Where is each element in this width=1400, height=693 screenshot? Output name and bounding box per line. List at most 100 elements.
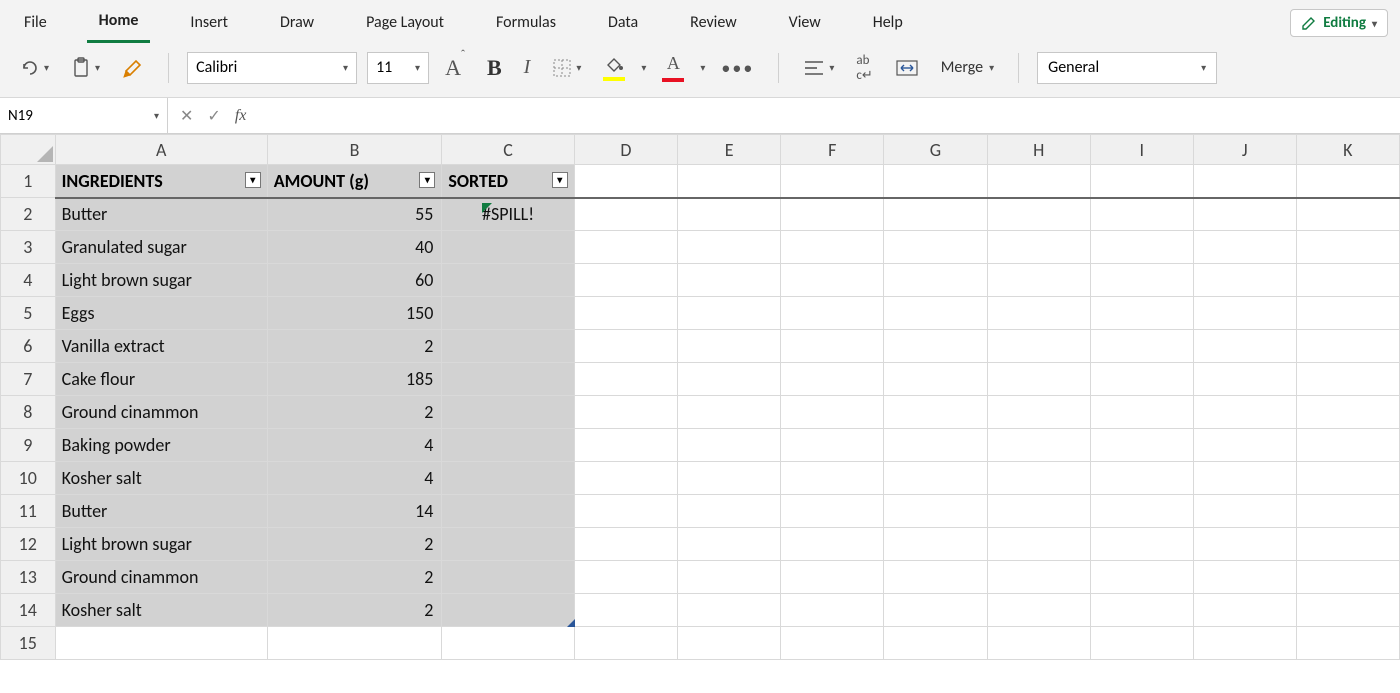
cell[interactable] <box>987 297 1090 330</box>
cell[interactable] <box>1296 495 1399 528</box>
col-header-E[interactable]: E <box>678 135 781 165</box>
cell[interactable] <box>1296 627 1399 660</box>
merge-button[interactable]: Merge ▾ <box>935 54 1000 81</box>
cell[interactable] <box>1090 429 1193 462</box>
cell[interactable] <box>987 561 1090 594</box>
cell-amount[interactable]: 4 <box>267 429 442 462</box>
chevron-down-icon[interactable]: ▾ <box>641 61 646 74</box>
cell[interactable] <box>1193 297 1296 330</box>
cell[interactable] <box>442 297 574 330</box>
merge-icon-button[interactable] <box>889 54 925 82</box>
cell[interactable] <box>574 165 677 198</box>
cell[interactable] <box>442 594 574 627</box>
col-header-C[interactable]: C <box>442 135 574 165</box>
cell[interactable] <box>1296 396 1399 429</box>
col-header-F[interactable]: F <box>781 135 884 165</box>
cell[interactable] <box>574 297 677 330</box>
col-header-D[interactable]: D <box>574 135 677 165</box>
cell[interactable] <box>987 396 1090 429</box>
editing-mode-button[interactable]: Editing ▾ <box>1290 9 1388 37</box>
cell-amount[interactable]: 4 <box>267 462 442 495</box>
col-header-B[interactable]: B <box>267 135 442 165</box>
cell[interactable] <box>987 627 1090 660</box>
cell[interactable] <box>1193 561 1296 594</box>
cell[interactable] <box>267 627 442 660</box>
cell[interactable] <box>884 396 987 429</box>
row-header[interactable]: 11 <box>1 495 56 528</box>
cell-ingredient[interactable]: Granulated sugar <box>55 231 267 264</box>
col-header-G[interactable]: G <box>884 135 987 165</box>
table-header-sorted[interactable]: SORTED▾ <box>442 165 574 198</box>
col-header-A[interactable]: A <box>55 135 267 165</box>
cell[interactable] <box>574 363 677 396</box>
cell-ingredient[interactable]: Butter <box>55 198 267 231</box>
tab-file[interactable]: File <box>12 5 59 42</box>
cell[interactable] <box>574 495 677 528</box>
cell[interactable] <box>442 363 574 396</box>
cell[interactable] <box>987 495 1090 528</box>
filter-dropdown-icon[interactable]: ▾ <box>419 172 435 188</box>
cell-amount[interactable]: 2 <box>267 594 442 627</box>
table-header-ingredients[interactable]: INGREDIENTS▾ <box>55 165 267 198</box>
cell[interactable] <box>1296 528 1399 561</box>
row-header[interactable]: 12 <box>1 528 56 561</box>
row-header[interactable]: 8 <box>1 396 56 429</box>
cell[interactable] <box>781 495 884 528</box>
row-header[interactable]: 15 <box>1 627 56 660</box>
cell[interactable] <box>574 462 677 495</box>
cell[interactable] <box>574 528 677 561</box>
cell-ingredient[interactable]: Ground cinammon <box>55 396 267 429</box>
cell-ingredient[interactable]: Cake flour <box>55 363 267 396</box>
cell[interactable] <box>442 396 574 429</box>
row-header[interactable]: 5 <box>1 297 56 330</box>
cell[interactable] <box>1193 396 1296 429</box>
cell[interactable] <box>884 363 987 396</box>
cell[interactable] <box>1193 363 1296 396</box>
cell[interactable] <box>884 462 987 495</box>
cell[interactable] <box>781 231 884 264</box>
cell-ingredient[interactable]: Kosher salt <box>55 462 267 495</box>
cell[interactable] <box>884 594 987 627</box>
cell[interactable] <box>574 264 677 297</box>
cell-ingredient[interactable]: Ground cinammon <box>55 561 267 594</box>
cell[interactable] <box>678 429 781 462</box>
cell[interactable] <box>884 429 987 462</box>
cell[interactable] <box>678 165 781 198</box>
cell[interactable] <box>678 231 781 264</box>
table-header-amount[interactable]: AMOUNT (g)▾ <box>267 165 442 198</box>
cell[interactable] <box>1090 462 1193 495</box>
clipboard-button[interactable]: ▾ <box>65 53 106 83</box>
font-color-button[interactable]: A <box>656 49 690 86</box>
row-header[interactable]: 3 <box>1 231 56 264</box>
cell-spill-error[interactable]: #SPILL! <box>442 198 574 231</box>
cell[interactable] <box>1090 528 1193 561</box>
cell[interactable] <box>1296 330 1399 363</box>
col-header-H[interactable]: H <box>987 135 1090 165</box>
formula-input[interactable] <box>258 98 1400 133</box>
align-button[interactable]: ▾ <box>797 55 840 81</box>
cell[interactable] <box>1090 297 1193 330</box>
cell[interactable] <box>55 627 267 660</box>
cell-amount[interactable]: 60 <box>267 264 442 297</box>
cell[interactable] <box>442 462 574 495</box>
cell[interactable] <box>987 528 1090 561</box>
cell[interactable] <box>781 396 884 429</box>
increase-font-button[interactable]: Aˆ <box>439 51 471 85</box>
cell[interactable] <box>781 429 884 462</box>
italic-button[interactable]: I <box>518 52 537 83</box>
row-header[interactable]: 9 <box>1 429 56 462</box>
tab-view[interactable]: View <box>777 5 833 42</box>
cell[interactable] <box>1296 429 1399 462</box>
cell[interactable] <box>781 264 884 297</box>
cell[interactable] <box>1090 627 1193 660</box>
cell[interactable] <box>678 297 781 330</box>
cell[interactable] <box>884 495 987 528</box>
row-header[interactable]: 6 <box>1 330 56 363</box>
cell[interactable] <box>574 594 677 627</box>
cell[interactable] <box>987 165 1090 198</box>
cell[interactable] <box>678 264 781 297</box>
row-header[interactable]: 14 <box>1 594 56 627</box>
tab-draw[interactable]: Draw <box>268 5 326 42</box>
cell[interactable] <box>442 231 574 264</box>
cell[interactable] <box>574 561 677 594</box>
